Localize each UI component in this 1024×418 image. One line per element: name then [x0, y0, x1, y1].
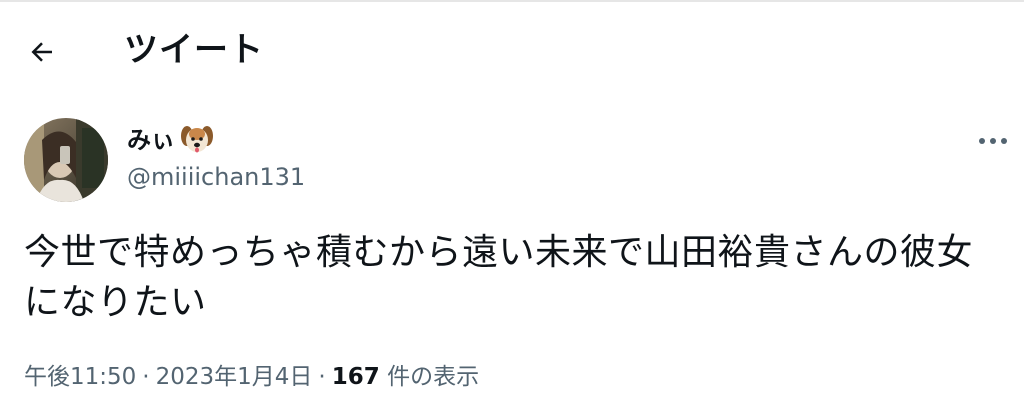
- tweet-text: 今世で特めっちゃ積むから遠い未来で山田裕貴さんの彼女になりたい: [24, 232, 974, 323]
- arrow-left-icon: [31, 42, 52, 62]
- author-name-row[interactable]: みぃ: [127, 122, 215, 158]
- page-title: ツイート: [124, 30, 264, 70]
- tweet-date[interactable]: 2023年1月4日: [156, 364, 313, 390]
- dog-face-icon: [179, 122, 215, 158]
- views-label[interactable]: 件の表示: [387, 364, 479, 390]
- views-count[interactable]: 167: [332, 364, 380, 390]
- meta-separator: ·: [142, 364, 150, 390]
- tweet-time[interactable]: 午後11:50: [24, 364, 136, 390]
- avatar-image: [24, 118, 108, 202]
- avatar[interactable]: [24, 118, 108, 202]
- display-name: みぃ: [127, 126, 175, 154]
- meta-separator: ·: [318, 364, 326, 390]
- tweet-detail-page: ツイート みぃ @miiiichan131 今世で特めっちゃ積むから遠い未来で山…: [0, 0, 1024, 418]
- more-options-button[interactable]: [966, 126, 1020, 156]
- author-handle[interactable]: @miiiichan131: [127, 160, 305, 194]
- back-button[interactable]: [22, 32, 62, 72]
- tweet-meta: 午後11:50 · 2023年1月4日 · 167 件の表示: [24, 360, 479, 394]
- top-bar: ツイート: [0, 2, 1024, 98]
- more-dots-icon: [979, 138, 1007, 144]
